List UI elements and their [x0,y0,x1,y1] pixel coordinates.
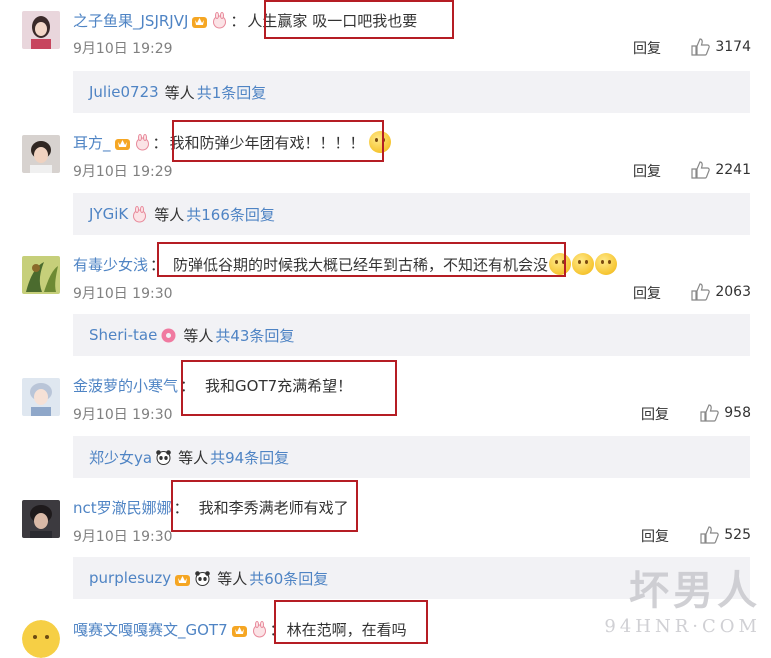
thumbs-up-icon [691,283,711,301]
highlight-box [157,242,566,277]
reply-button[interactable]: 回复 [641,404,669,424]
comment-time: 9月10日 19:30 [73,286,173,302]
thumbs-up-icon [691,161,711,179]
like-button[interactable]: 525 [700,526,751,544]
username-link[interactable]: 金菠萝的小寒气 [73,375,178,396]
reply-count-link[interactable]: 共94条回复 [210,447,289,468]
panda-badge-icon [156,449,171,465]
username-link[interactable]: 之子鱼果_JSJRJVJ [73,10,188,31]
thumbs-up-icon [700,526,720,544]
like-button[interactable]: 3174 [691,38,751,56]
rabbit-badge-icon [252,620,266,637]
watermark-logo-text: 坏男人 [629,567,761,614]
reply-others-label: 等人 [217,569,248,588]
colon: ： [152,133,168,152]
username-link[interactable]: 嘎赛文嘎嘎赛文_GOT7 [73,619,228,640]
like-button[interactable]: 958 [700,404,751,422]
reply-count-link[interactable]: 共43条回复 [215,325,294,346]
reply-button[interactable]: 回复 [633,283,661,303]
avatar[interactable] [22,378,60,416]
highlight-box [264,0,454,39]
reply-summary[interactable]: Julie0723 等人 共1条回复 [73,71,750,113]
like-count: 2063 [715,284,751,300]
reply-button[interactable]: 回复 [641,526,669,546]
like-count: 2241 [715,162,751,178]
smile-emoji-icon [572,253,595,275]
comment-time: 9月10日 19:29 [73,41,173,57]
watermark-domain: 94HNR·COM [604,616,761,637]
rabbit-badge-icon [213,11,227,28]
reply-username[interactable]: purplesuzy [89,569,171,587]
like-count: 3174 [715,39,751,55]
comment-time: 9月10日 19:29 [73,164,173,180]
like-count: 958 [724,405,751,421]
reply-button[interactable]: 回复 [633,161,661,181]
reply-others-label: 等人 [164,83,195,102]
reply-count-link[interactable]: 共60条回复 [249,568,328,589]
username-link[interactable]: 耳方_ [73,132,111,153]
reply-username[interactable]: 郑少女ya [89,447,152,468]
like-button[interactable]: 2063 [691,283,751,301]
highlight-box [172,120,384,162]
thumbs-up-icon [700,404,720,422]
username-link[interactable]: 有毒少女浅 [73,254,148,275]
reply-count-link[interactable]: 共1条回复 [197,82,267,103]
donut-badge-icon [161,328,176,342]
reply-username[interactable]: Julie0723 [89,83,159,101]
reply-others-label: 等人 [183,326,214,345]
reply-button[interactable]: 回复 [633,38,661,58]
panda-badge-icon [195,570,210,586]
site-watermark: 坏男人 94HNR·COM [604,558,761,637]
avatar[interactable] [22,135,60,173]
reply-count-link[interactable]: 共166条回复 [186,204,275,225]
comment-time: 9月10日 19:30 [73,407,173,423]
crown-badge-icon [114,138,130,150]
highlight-box [274,600,428,644]
reply-others-label: 等人 [154,205,185,224]
crown-badge-icon [192,16,208,28]
reply-summary[interactable]: JYGiK 等人 共166条回复 [73,193,750,235]
reply-username[interactable]: Sheri-tae [89,326,157,344]
highlight-box [171,480,358,532]
comment-time: 9月10日 19:30 [73,529,173,545]
rabbit-badge-icon [135,133,149,150]
avatar[interactable] [22,500,60,538]
avatar[interactable] [22,620,60,658]
like-count: 525 [724,527,751,543]
avatar[interactable] [22,11,60,49]
reply-others-label: 等人 [178,448,209,467]
colon: ： [230,11,246,30]
reply-summary[interactable]: Sheri-tae 等人 共43条回复 [73,314,750,356]
avatar[interactable] [22,256,60,294]
crown-badge-icon [175,574,191,586]
like-button[interactable]: 2241 [691,161,751,179]
rabbit-badge-icon [133,205,147,222]
smile-emoji-icon [595,253,618,275]
reply-summary[interactable]: 郑少女ya 等人 共94条回复 [73,436,750,478]
thumbs-up-icon [691,38,711,56]
username-link[interactable]: nct罗澈民娜娜 [73,497,172,518]
crown-badge-icon [231,625,247,637]
reply-username[interactable]: JYGiK [89,205,128,223]
